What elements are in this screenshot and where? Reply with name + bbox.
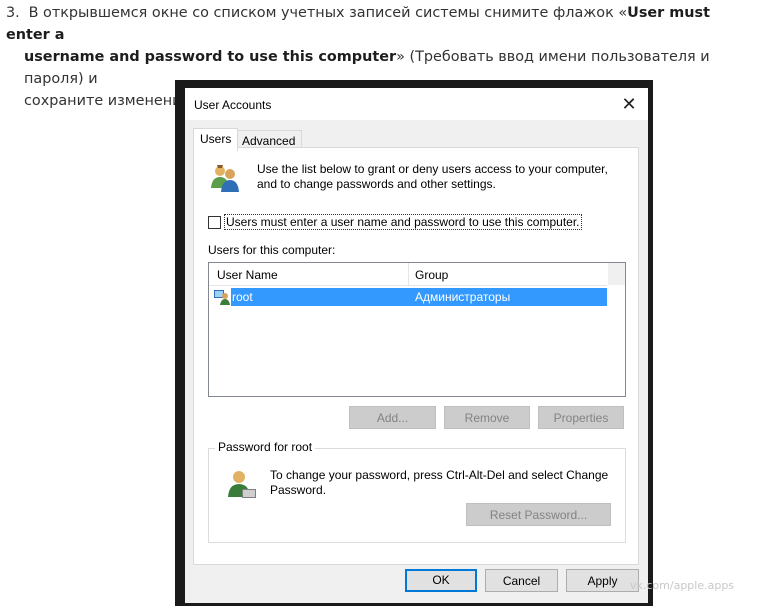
intro-text: Use the list below to grant or deny user… xyxy=(257,162,627,192)
user-accounts-dialog: User Accounts ✕ Users Advanced Use the l… xyxy=(185,88,648,603)
password-help-line-2: Password. xyxy=(270,483,327,497)
users-tab-panel: Use the list below to grant or deny user… xyxy=(193,147,639,565)
step-number: 3. xyxy=(6,5,20,21)
cell-group: Администраторы xyxy=(415,290,511,304)
tab-users[interactable]: Users xyxy=(193,128,239,151)
checkbox-label[interactable]: Users must enter a user name and passwor… xyxy=(224,214,582,230)
reset-password-button[interactable]: Reset Password... xyxy=(466,503,611,526)
users-list[interactable]: User Name Group root Администраторы xyxy=(208,262,626,397)
intro-line-1: Use the list below to grant or deny user… xyxy=(257,162,608,176)
ok-button[interactable]: OK xyxy=(405,569,477,592)
password-group-title: Password for root xyxy=(215,440,316,454)
password-help-line-1: To change your password, press Ctrl-Alt-… xyxy=(270,468,609,482)
users-icon xyxy=(211,165,239,192)
list-header: User Name Group xyxy=(209,263,607,286)
column-group[interactable]: Group xyxy=(415,268,448,282)
properties-button[interactable]: Properties xyxy=(538,406,624,429)
column-user-name[interactable]: User Name xyxy=(217,268,278,282)
list-scroll-corner xyxy=(608,263,625,285)
column-divider xyxy=(408,263,409,285)
close-icon[interactable]: ✕ xyxy=(616,92,642,116)
cancel-button[interactable]: Cancel xyxy=(485,569,558,592)
remove-button[interactable]: Remove xyxy=(444,406,530,429)
users-for-computer-label: Users for this computer: xyxy=(208,243,336,257)
add-button[interactable]: Add... xyxy=(349,406,436,429)
title-bar: User Accounts ✕ xyxy=(185,88,648,120)
dialog-body: Users Advanced Use the list below to gra… xyxy=(185,120,648,603)
password-groupbox: Password for root To change your passwor… xyxy=(208,440,626,543)
table-row[interactable]: root Администраторы xyxy=(211,288,607,306)
intro-line-2: and to change passwords and other settin… xyxy=(257,177,496,191)
window-title: User Accounts xyxy=(194,98,272,112)
must-enter-password-checkbox[interactable]: Users must enter a user name and passwor… xyxy=(208,214,582,230)
cell-user-name: root xyxy=(232,290,253,304)
watermark: vk.com/apple.apps xyxy=(630,579,735,592)
user-keyboard-icon xyxy=(228,471,256,498)
instruction-part-3: сохраните изменения ( xyxy=(24,93,201,109)
checkbox-box[interactable] xyxy=(208,215,221,229)
user-icon xyxy=(214,290,230,305)
instruction-part-1: В открывшемся окне со списком учетных за… xyxy=(24,5,628,21)
password-help-text: To change your password, press Ctrl-Alt-… xyxy=(270,468,620,498)
apply-button[interactable]: Apply xyxy=(566,569,639,592)
instruction-bold-2: username and password to use this comput… xyxy=(24,49,397,65)
